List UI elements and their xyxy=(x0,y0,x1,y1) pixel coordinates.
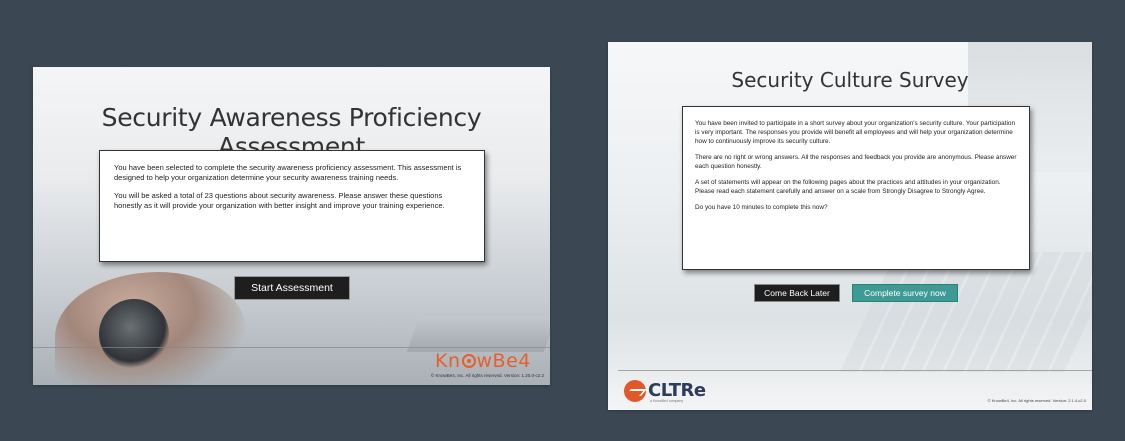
cltre-logo-text: CLTRe xyxy=(648,380,706,401)
knowbe4-o-mark-icon xyxy=(461,354,476,368)
intro-paragraph: You have been selected to complete the s… xyxy=(114,163,462,182)
intro-paragraph: There are no right or wrong answers. All… xyxy=(695,154,1017,170)
cltre-logo-subtext: a KnowBe4 company xyxy=(650,399,684,403)
copyright-footer: © KnowBe4, Inc. All rights reserved. Ver… xyxy=(987,398,1086,403)
cltre-trend-icon xyxy=(624,380,646,402)
complete-survey-button[interactable]: Complete survey now xyxy=(852,284,958,302)
knowbe4-logo: Kn wBe4 xyxy=(435,350,531,372)
assessment-intro-card: You have been selected to complete the s… xyxy=(99,150,485,262)
intro-paragraph: You will be asked a total of 23 question… xyxy=(114,191,445,210)
intro-paragraph: You have been invited to participate in … xyxy=(695,120,1015,145)
footer-divider xyxy=(33,347,550,348)
keyboard-photo xyxy=(840,252,1092,372)
intro-paragraph: Do you have 10 minutes to complete this … xyxy=(695,204,828,211)
footer-divider xyxy=(618,370,1092,371)
come-back-later-button[interactable]: Come Back Later xyxy=(754,284,840,302)
survey-intro-card: You have been invited to participate in … xyxy=(682,106,1030,270)
intro-paragraph: A set of statements will appear on the f… xyxy=(695,179,1001,195)
page-title: Security Culture Survey xyxy=(731,68,969,92)
computer-mouse-photo xyxy=(99,299,169,369)
assessment-screen: Security Awareness Proficiency Assessmen… xyxy=(33,67,550,385)
survey-screen: Security Culture Survey You have been in… xyxy=(608,42,1092,410)
start-assessment-button[interactable]: Start Assessment xyxy=(234,276,350,300)
hand-photo xyxy=(55,272,245,385)
copyright-footer: © KnowBe4, Inc. All rights reserved. Ver… xyxy=(430,373,544,378)
